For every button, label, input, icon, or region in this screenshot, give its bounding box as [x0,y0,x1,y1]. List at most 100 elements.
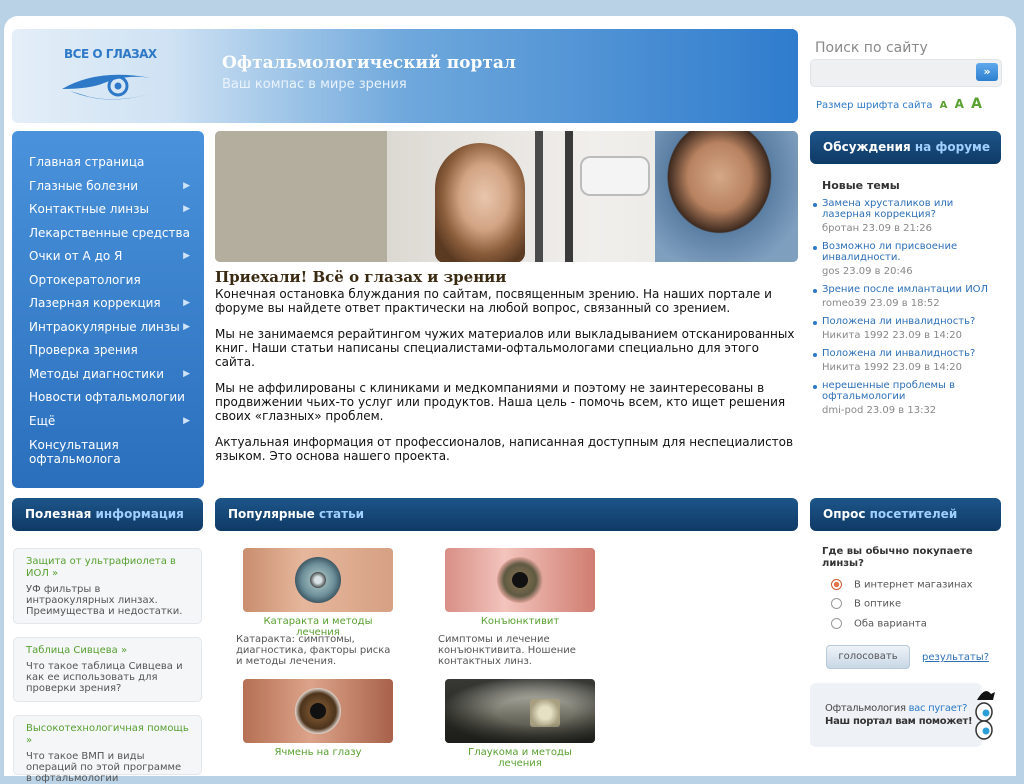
info-card-text: УФ фильтры в интраокулярных линзах. Преи… [26,584,183,617]
nav-item-glasses[interactable]: Очки от А до Я ▶ [12,245,204,269]
forum-topic-link[interactable]: Замена хрусталиков или лазерная коррекци… [822,198,992,220]
promo-line-2: Наш портал вам поможет! [825,716,973,727]
nav-item-vision-test[interactable]: Проверка зрения [12,339,204,363]
article-caption[interactable]: Ячмень на глазу [243,747,393,758]
nav-item-consultation[interactable]: Консультация офтальмолога [12,433,139,470]
forum-topic-meta: Никита 1992 23.09 в 14:20 [822,362,963,373]
popular-title-a: Популярные [228,507,315,521]
radio-selected-icon[interactable] [831,579,842,590]
nav-item-more[interactable]: Ещё ▶ [12,410,204,434]
forum-topic-link[interactable]: Положена ли инвалидность? [822,316,992,327]
nav-item-label: Лекарственные средства [29,225,190,240]
search-button[interactable]: » [976,63,998,81]
nav-item-iol[interactable]: Интраокулярные линзы ▶ [12,316,204,340]
article-paragraph: Конечная остановка блуждания по сайтам, … [215,287,772,315]
poll-title-a: Опрос [823,507,866,521]
font-size-label: Размер шрифта сайта [816,100,933,111]
forum-topic-meta: romeo39 23.09 в 18:52 [822,298,940,309]
forum-subtitle: Новые темы [822,179,900,192]
poll-option[interactable]: В интернет магазинах [831,579,973,591]
glaucoma-image[interactable] [445,679,595,743]
site-title: Офтальмологический портал [222,53,516,73]
forum-topic: нерешенные проблемы в офтальмологии dmi-p… [813,380,992,416]
promo-line-1b: вас пугает? [908,703,968,714]
article-paragraph: Актуальная информация от профессионалов,… [215,435,794,463]
radio-icon[interactable] [831,598,842,609]
forum-topics: Замена хрусталиков или лазерная коррекци… [813,198,992,423]
forum-topic: Зрение после имлантации ИОЛ romeo39 23.09… [813,284,992,309]
nav-item-laser-correction[interactable]: Лазерная коррекция ▶ [12,292,204,316]
font-size-medium-button[interactable]: A [955,97,964,111]
nav-item-label: Глазные болезни [29,178,139,193]
forum-panel-header[interactable]: Обсуждения на форуме [810,131,1001,164]
article-caption[interactable]: Глаукома и методы лечения [445,747,595,769]
cataract-image[interactable] [243,548,393,612]
chevron-right-icon: ▶ [183,204,190,214]
site-header: ВСЕ О ГЛАЗАХ Офтальмологический портал В… [12,29,798,123]
nav-item-eye-diseases[interactable]: Глазные болезни ▶ [12,175,204,199]
radio-icon[interactable] [831,618,842,629]
forum-topic: Возможно ли присвоение инвалидности. gos … [813,241,992,277]
info-card-link[interactable]: Высокотехнологичная помощь » [26,723,189,747]
info-card: Высокотехнологичная помощь » Что такое В… [13,715,202,784]
nav-item-label: Проверка зрения [29,343,138,357]
font-size-small-button[interactable]: A [940,100,948,111]
site-subtitle: Ваш компас в мире зрения [222,77,407,92]
conjunctivitis-image[interactable] [445,548,595,612]
forum-topic: Положена ли инвалидность? Никита 1992 23.… [813,348,992,373]
hero-slit-lamp-head [580,156,650,196]
info-card-link[interactable]: Таблица Сивцева » [26,645,189,657]
hero-patient [435,143,525,262]
eye-pupil [310,572,326,588]
chevron-right-icon: ▶ [183,298,190,308]
article-desc: Катаракта: симптомы, диагностика, фактор… [236,634,391,667]
nav-item-news[interactable]: Новости офтальмологии [12,386,204,410]
logo-text[interactable]: ВСЕ О ГЛАЗАХ [64,47,157,61]
info-card-link[interactable]: Защита от ультрафиолета в ИОЛ » [26,556,189,580]
info-card-text: Что такое таблица Сивцева и как ее испол… [26,661,183,694]
nav-item-orthokeratology[interactable]: Ортокератология [12,269,204,293]
font-size-control: Размер шрифта сайта A A A [816,96,982,112]
poll-option[interactable]: Оба варианта [831,618,927,630]
nav-item-contact-lenses[interactable]: Контактные линзы ▶ [12,198,204,222]
useful-title-a: Полезная [25,507,92,521]
nav-item-label: Интраокулярные линзы [29,319,180,334]
logo-eye-icon[interactable] [60,67,160,107]
results-link[interactable]: результаты? [922,652,989,663]
eye-pupil [512,572,528,588]
poll-option-label: Оба варианта [854,618,927,630]
forum-topic-meta: gos 23.09 в 20:46 [822,266,913,277]
forum-topic-link[interactable]: нерешенные проблемы в офтальмологии [822,380,992,402]
nav-item-home[interactable]: Главная страница [12,151,204,175]
forum-topic-link[interactable]: Возможно ли присвоение инвалидности. [822,241,992,263]
article-paragraph: Мы не аффилированы с клиниками и медкомп… [215,381,786,423]
forum-topic-link[interactable]: Положена ли инвалидность? [822,348,992,359]
forum-topic: Замена хрусталиков или лазерная коррекци… [813,198,992,234]
promo-banner[interactable]: Офтальмология вас пугает? Наш портал вам… [810,683,982,747]
info-card: Защита от ультрафиолета в ИОЛ » УФ фильт… [13,548,202,624]
hero-slit-lamp [535,131,645,262]
poll-option[interactable]: В оптике [831,598,901,610]
hero-doctor [655,131,798,262]
article-caption[interactable]: Конъюнктивит [445,616,595,627]
nav-item-diagnostics[interactable]: Методы диагностики ▶ [12,363,204,387]
chevron-right-icon: ▶ [183,368,190,379]
poll-panel-header: Опрос посетителей [810,498,1001,531]
vote-button[interactable]: голосовать [826,645,910,669]
forum-topic-meta: бротан 23.09 в 21:26 [822,223,932,234]
article-body: Конечная остановка блуждания по сайтам, … [215,287,797,475]
forum-title-b: на форуме [914,140,990,154]
nav-item-label: Ещё [29,413,56,428]
forum-topic: Положена ли инвалидность? Никита 1992 23.… [813,316,992,341]
stye-image[interactable] [243,679,393,743]
forum-topic-meta: Никита 1992 23.09 в 14:20 [822,330,963,341]
popular-panel-header: Популярные статьи [215,498,798,531]
nav-item-label: Очки от А до Я [29,249,123,263]
nav-item-medicines[interactable]: Лекарственные средства [12,222,204,246]
search-input[interactable] [815,63,969,83]
forum-topic-link[interactable]: Зрение после имлантации ИОЛ [822,284,992,295]
promo-line-1a: Офтальмология [825,703,906,714]
font-size-large-button[interactable]: A [971,96,982,112]
nav-item-label: Контактные линзы [29,202,149,216]
forum-title-a: Обсуждения [823,140,911,154]
